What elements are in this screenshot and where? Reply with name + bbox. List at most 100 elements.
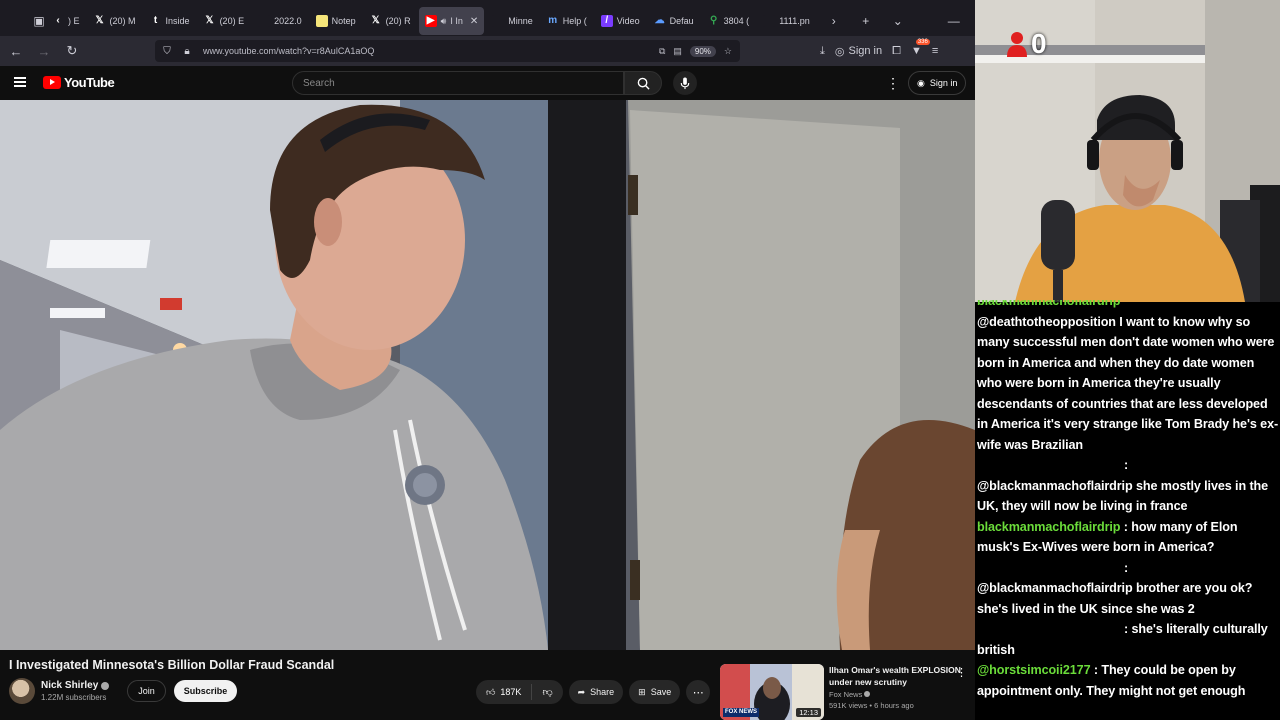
reload-icon[interactable]: ↻ xyxy=(60,43,84,59)
subscribe-button[interactable]: Subscribe xyxy=(173,680,238,702)
recommended-title[interactable]: Ilhan Omar's wealth EXPLOSION under new … xyxy=(829,664,964,688)
menu-icon[interactable]: ≡ xyxy=(932,45,938,57)
chat-text: : xyxy=(1124,560,1129,575)
new-tab-icon[interactable]: + xyxy=(850,14,882,28)
t-logo-icon: t xyxy=(149,15,162,27)
share-button[interactable]: ➦ Share xyxy=(568,680,624,704)
chat-message: @blackmanmachoflairdrip she mostly lives… xyxy=(977,476,1280,517)
tab-tools: ▣ xyxy=(0,14,46,28)
tab-item[interactable]: / Video xyxy=(595,7,646,35)
recommended-channel: Fox News xyxy=(829,690,964,699)
video-title: I Investigated Minnesota's Billion Dolla… xyxy=(9,658,335,672)
chat-text: @blackmanmachoflairdrip brother are you … xyxy=(977,581,1253,616)
lock-icon[interactable]: 🔒︎ xyxy=(179,46,195,57)
join-button[interactable]: Join xyxy=(127,680,166,702)
close-tab-icon[interactable]: ✕ xyxy=(470,16,478,27)
x-logo-icon: 𝕏 xyxy=(369,15,382,27)
account-sign-in-label: Sign in xyxy=(848,45,883,57)
x-logo-icon: 𝕏 xyxy=(203,15,216,27)
youtube-icon: ▶ xyxy=(424,15,437,27)
like-button[interactable]: 👍︎ 187K xyxy=(476,684,533,700)
account-sign-in[interactable]: ◎ Sign in xyxy=(835,45,882,58)
back-icon[interactable]: ← xyxy=(4,44,28,59)
video-duration: 12:13 xyxy=(796,708,821,717)
more-horizontal-icon: ⋯ xyxy=(692,686,704,699)
search-icon xyxy=(637,77,650,90)
shield-icon[interactable]: ⛉ xyxy=(159,46,175,57)
notepad-icon xyxy=(315,15,328,27)
tab-item[interactable]: t Inside xyxy=(144,7,196,35)
chat-username[interactable]: @horstsimcoii2177 xyxy=(977,663,1091,677)
chat-username[interactable]: blackmanmachoflairdrip xyxy=(977,520,1120,534)
video-player[interactable] xyxy=(0,100,975,650)
settings-kebab-icon[interactable]: ⋮ xyxy=(886,75,900,92)
video-editor-icon: / xyxy=(600,15,613,27)
tab-item[interactable]: Notep xyxy=(310,7,362,35)
list-tabs-icon[interactable]: ⌄ xyxy=(882,14,914,28)
tab-item[interactable]: Minne xyxy=(486,7,539,35)
chat-text: : xyxy=(1124,458,1129,472)
youtube-sign-in-button[interactable]: ◉ Sign in xyxy=(908,71,967,95)
tab-item[interactable]: ‹ ) E xyxy=(46,7,86,35)
extension-shield-icon[interactable]: ▼ 336 xyxy=(911,39,930,57)
recommended-thumbnail[interactable]: FOX NEWS 12:13 xyxy=(720,664,824,720)
chat-message: @blackmanmachoflairdrip brother are you … xyxy=(977,578,1280,619)
thumbs-up-icon: 👍︎ xyxy=(486,686,496,697)
search-input[interactable]: Search xyxy=(292,71,624,95)
zoom-level[interactable]: 90% xyxy=(689,45,716,57)
youtube-header: YouTube Search ⋮ ◉ Sign in xyxy=(0,66,975,100)
tab-label: Help ( xyxy=(562,16,587,26)
extensions-icon[interactable]: ⧠ xyxy=(892,45,901,58)
toolbar-right: ⤓ ◎ Sign in ⧠ ▼ 336 ≡ xyxy=(820,36,938,66)
channel-name[interactable]: Nick Shirley xyxy=(41,680,98,691)
voice-search-button[interactable] xyxy=(673,71,697,95)
tab-label: (20) R xyxy=(385,16,411,26)
tab-item[interactable]: 𝕏 (20) R xyxy=(364,7,417,35)
picture-in-picture-icon[interactable]: ⧉ xyxy=(659,46,665,57)
channel-avatar[interactable] xyxy=(9,678,35,704)
recommended-channel-name[interactable]: Fox News xyxy=(829,690,862,699)
save-button[interactable]: ⊞ Save xyxy=(629,680,681,704)
tab-item[interactable]: ⚲ 3804 ( xyxy=(702,7,756,35)
recommended-info: Ilhan Omar's wealth EXPLOSION under new … xyxy=(829,664,964,720)
viewer-counter: 0 xyxy=(1005,28,1047,60)
tab-item[interactable]: 2022.0 xyxy=(252,7,308,35)
chevron-left-icon: ‹ xyxy=(52,15,64,27)
scroll-tabs-right-icon[interactable]: › xyxy=(818,14,850,28)
url-bar[interactable]: ⛉ 🔒︎ www.youtube.com/watch?v=r8AulCA1aOQ… xyxy=(155,40,740,62)
tab-item[interactable]: 1111.pn xyxy=(757,7,816,35)
tab-label: (20) M xyxy=(109,16,136,26)
blank-page-icon xyxy=(258,15,271,27)
tab-item[interactable]: 𝕏 (20) M xyxy=(88,7,142,35)
reader-icon[interactable]: ▤ xyxy=(673,46,682,57)
tab-item[interactable]: 𝕏 (20) E xyxy=(198,7,251,35)
url-text[interactable]: www.youtube.com/watch?v=r8AulCA1aOQ xyxy=(203,46,374,56)
tab-label: ) E xyxy=(68,16,80,26)
search-button[interactable] xyxy=(624,71,662,95)
webcam-feed: 0 xyxy=(975,0,1280,302)
recommended-video[interactable]: FOX NEWS 12:13 Ilhan Omar's wealth EXPLO… xyxy=(720,664,975,720)
tab-overview-icon[interactable]: ▣ xyxy=(32,14,46,28)
account-icon: ◎ xyxy=(834,45,845,58)
hamburger-menu-icon[interactable] xyxy=(14,75,26,87)
forward-icon[interactable]: → xyxy=(32,44,56,59)
subscriber-count: 1.22M subscribers xyxy=(41,693,107,702)
downloads-icon[interactable]: ⤓ xyxy=(820,45,825,58)
map-pin-icon: ⚲ xyxy=(707,15,720,27)
chat-message: @deathtotheopposition I want to know why… xyxy=(977,312,1280,456)
speaker-icon[interactable]: 🔊︎ xyxy=(441,16,447,27)
chat-message: blackmanmachoflairdrip xyxy=(977,300,1280,312)
tab-item[interactable]: ▶ 🔊︎ I In ✕ xyxy=(418,7,485,35)
recommended-kebab-icon[interactable]: ⋮ xyxy=(956,666,967,679)
tab-label: I In xyxy=(450,16,463,26)
tab-item[interactable]: ☁ Defau xyxy=(648,7,700,35)
chat-username[interactable]: blackmanmachoflairdrip xyxy=(977,300,1120,308)
minimize-icon[interactable]: — xyxy=(938,14,970,28)
chat-message: @horstsimcoii2177 : They could be open b… xyxy=(977,660,1280,701)
bookmark-star-icon[interactable]: ☆ xyxy=(724,46,732,57)
user-circle-icon: ◉ xyxy=(917,77,925,88)
more-actions-button[interactable]: ⋯ xyxy=(686,680,711,704)
youtube-logo[interactable]: YouTube xyxy=(43,75,115,90)
tab-item[interactable]: m Help ( xyxy=(541,7,593,35)
dislike-button[interactable]: 👎︎ xyxy=(532,686,562,698)
